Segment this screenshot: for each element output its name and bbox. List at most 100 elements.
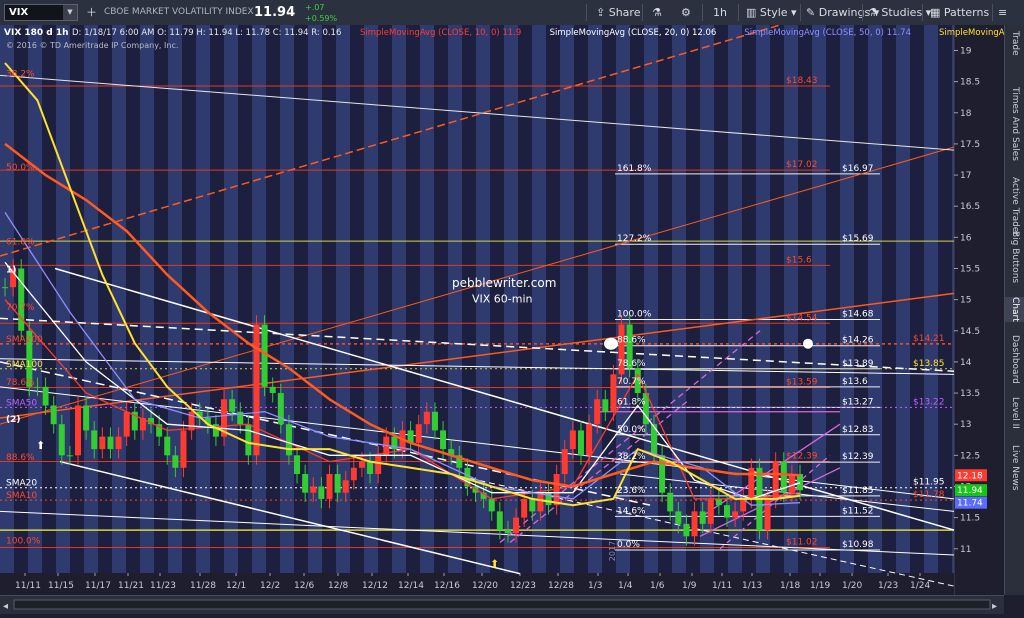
- session-stripe: [140, 25, 154, 595]
- y-tick-label: 17.5: [960, 140, 980, 150]
- share-button[interactable]: ⇪ Share: [596, 0, 640, 25]
- panel-tab-dashboard[interactable]: Dashboard: [1005, 335, 1024, 384]
- candle-body: [610, 374, 617, 412]
- patterns-label: Patterns: [943, 6, 990, 19]
- panel-tab-level-ii[interactable]: Level II: [1005, 397, 1024, 429]
- session-stripe: [266, 25, 280, 595]
- symbol-input[interactable]: VIX ▼: [4, 4, 78, 21]
- right-side-panel: Trade Times And Sales Active Trader Big But…: [1004, 25, 1024, 595]
- price-tag-label: 11.74: [957, 499, 983, 509]
- x-tick-label: 12/1: [226, 581, 246, 591]
- session-stripe: [784, 25, 798, 595]
- fib-price-label: $14.68: [842, 310, 874, 320]
- x-tick-label: 1/11: [712, 581, 732, 591]
- candle-body: [42, 386, 49, 406]
- subtitle-label: VIX 60-min: [472, 293, 533, 306]
- more-icon[interactable]: ≡: [998, 0, 1007, 25]
- pivot-marker: [604, 337, 618, 350]
- x-tick-label: 11/15: [48, 581, 74, 591]
- panel-tab-live-news[interactable]: Live News: [1005, 445, 1024, 491]
- fib-percent-label: 23.6%: [617, 486, 646, 496]
- up-arrow-icon: ⬆: [490, 557, 499, 570]
- flask-icon[interactable]: ⚗: [652, 0, 662, 25]
- study-label: SimpleMovingAvg...: [939, 28, 1004, 38]
- x-tick-label: 12/16: [434, 581, 460, 591]
- chart-area[interactable]: 1111.51212.51313.51414.51515.51616.51717…: [0, 12, 1024, 613]
- session-stripe: [770, 25, 784, 595]
- fib-price-label: $13.6: [842, 377, 868, 387]
- candle-body: [537, 492, 544, 512]
- red-level-label: $17.02: [786, 160, 818, 170]
- patterns-button[interactable]: ▦ Patterns: [930, 0, 989, 25]
- session-stripe: [574, 25, 588, 595]
- price-chart[interactable]: 1111.51212.51313.51414.51515.51616.51717…: [0, 12, 1023, 595]
- timeframe-button[interactable]: 1h: [713, 0, 727, 25]
- candle-body: [229, 399, 236, 412]
- session-stripe: [896, 25, 910, 595]
- candle-body: [285, 424, 292, 456]
- candle-body: [75, 405, 82, 456]
- candle-body: [488, 498, 495, 512]
- y-tick-label: 12.5: [960, 451, 980, 461]
- scrollbar-svg[interactable]: ◂ ▸: [0, 596, 1004, 614]
- candle-body: [123, 411, 130, 437]
- candle-body: [569, 430, 576, 450]
- candle-body: [107, 436, 114, 450]
- gear-icon[interactable]: ⚙: [681, 0, 691, 25]
- fib-percent-label: 161.8%: [617, 164, 652, 174]
- last-price: 11.94: [254, 5, 296, 20]
- candle-body: [691, 511, 698, 537]
- candle-body: [797, 474, 803, 491]
- session-stripe: [462, 25, 476, 595]
- panel-tab-chart[interactable]: Chart: [1005, 297, 1024, 322]
- x-tick-label: 1/24: [910, 581, 930, 591]
- time-scrollbar[interactable]: ◂ ▸: [0, 595, 1004, 614]
- candle-body: [91, 430, 98, 450]
- panel-tab-times-and-sales[interactable]: Times And Sales: [1005, 87, 1024, 161]
- study-label: SimpleMovingAvg (CLOSE, 10, 0) 11.9: [360, 28, 521, 38]
- panel-tab-active-trader[interactable]: Active Trader: [1005, 177, 1024, 236]
- session-stripe: [98, 25, 112, 595]
- red-level-label: $14.54: [786, 313, 818, 323]
- candle-body: [66, 455, 73, 457]
- candle-body: [732, 511, 739, 518]
- x-tick-label: 12/12: [362, 581, 388, 591]
- svg-text:◂: ◂: [3, 601, 8, 612]
- fib-percent-label: 127.2%: [617, 234, 652, 244]
- session-stripe: [70, 25, 84, 595]
- fib-percent-label: 38.2%: [617, 452, 646, 462]
- x-tick-label: 12/6: [294, 581, 314, 591]
- x-tick-label: 12/2: [260, 581, 280, 591]
- mid-right-label: $11.95: [913, 478, 945, 488]
- fib-percent-label: 61.8%: [617, 397, 646, 407]
- pivot-marker: [803, 338, 813, 349]
- candle-body: [764, 498, 771, 531]
- left-level-label: 78.6%: [6, 378, 35, 388]
- x-tick-label: 12/20: [472, 581, 498, 591]
- chevron-down-icon[interactable]: ▼: [63, 5, 77, 20]
- session-stripe: [308, 25, 322, 595]
- style-button[interactable]: ▥ Style ▾: [746, 0, 797, 25]
- candle-body: [715, 498, 722, 506]
- x-tick-label: 1/23: [878, 581, 898, 591]
- session-stripe: [406, 25, 420, 595]
- candle-body: [683, 523, 690, 537]
- y-tick-label: 19: [960, 46, 972, 56]
- candle-body: [50, 405, 57, 425]
- y-tick-label: 14.5: [960, 327, 980, 337]
- top-toolbar: VIX ▼ ＋ CBOE MARKET VOLATILITY INDEX 11.…: [0, 0, 1024, 26]
- year-label: 2017: [608, 541, 617, 561]
- candle-body: [521, 498, 528, 518]
- panel-tab-trade[interactable]: Trade: [1005, 31, 1024, 56]
- symbol-description: CBOE MARKET VOLATILITY INDEX: [104, 7, 254, 17]
- left-level-label: (2): [6, 415, 21, 425]
- fib-percent-label: 100.0%: [617, 310, 652, 320]
- session-stripe: [154, 25, 168, 595]
- y-tick-label: 13.5: [960, 389, 980, 399]
- x-tick-label: 11/17: [85, 581, 111, 591]
- candle-body: [788, 474, 795, 493]
- panel-tab-big-buttons[interactable]: Big Buttons: [1005, 231, 1024, 283]
- y-tick-label: 17: [960, 171, 971, 181]
- plus-icon[interactable]: ＋: [86, 0, 97, 25]
- y-tick-label: 18: [960, 109, 972, 119]
